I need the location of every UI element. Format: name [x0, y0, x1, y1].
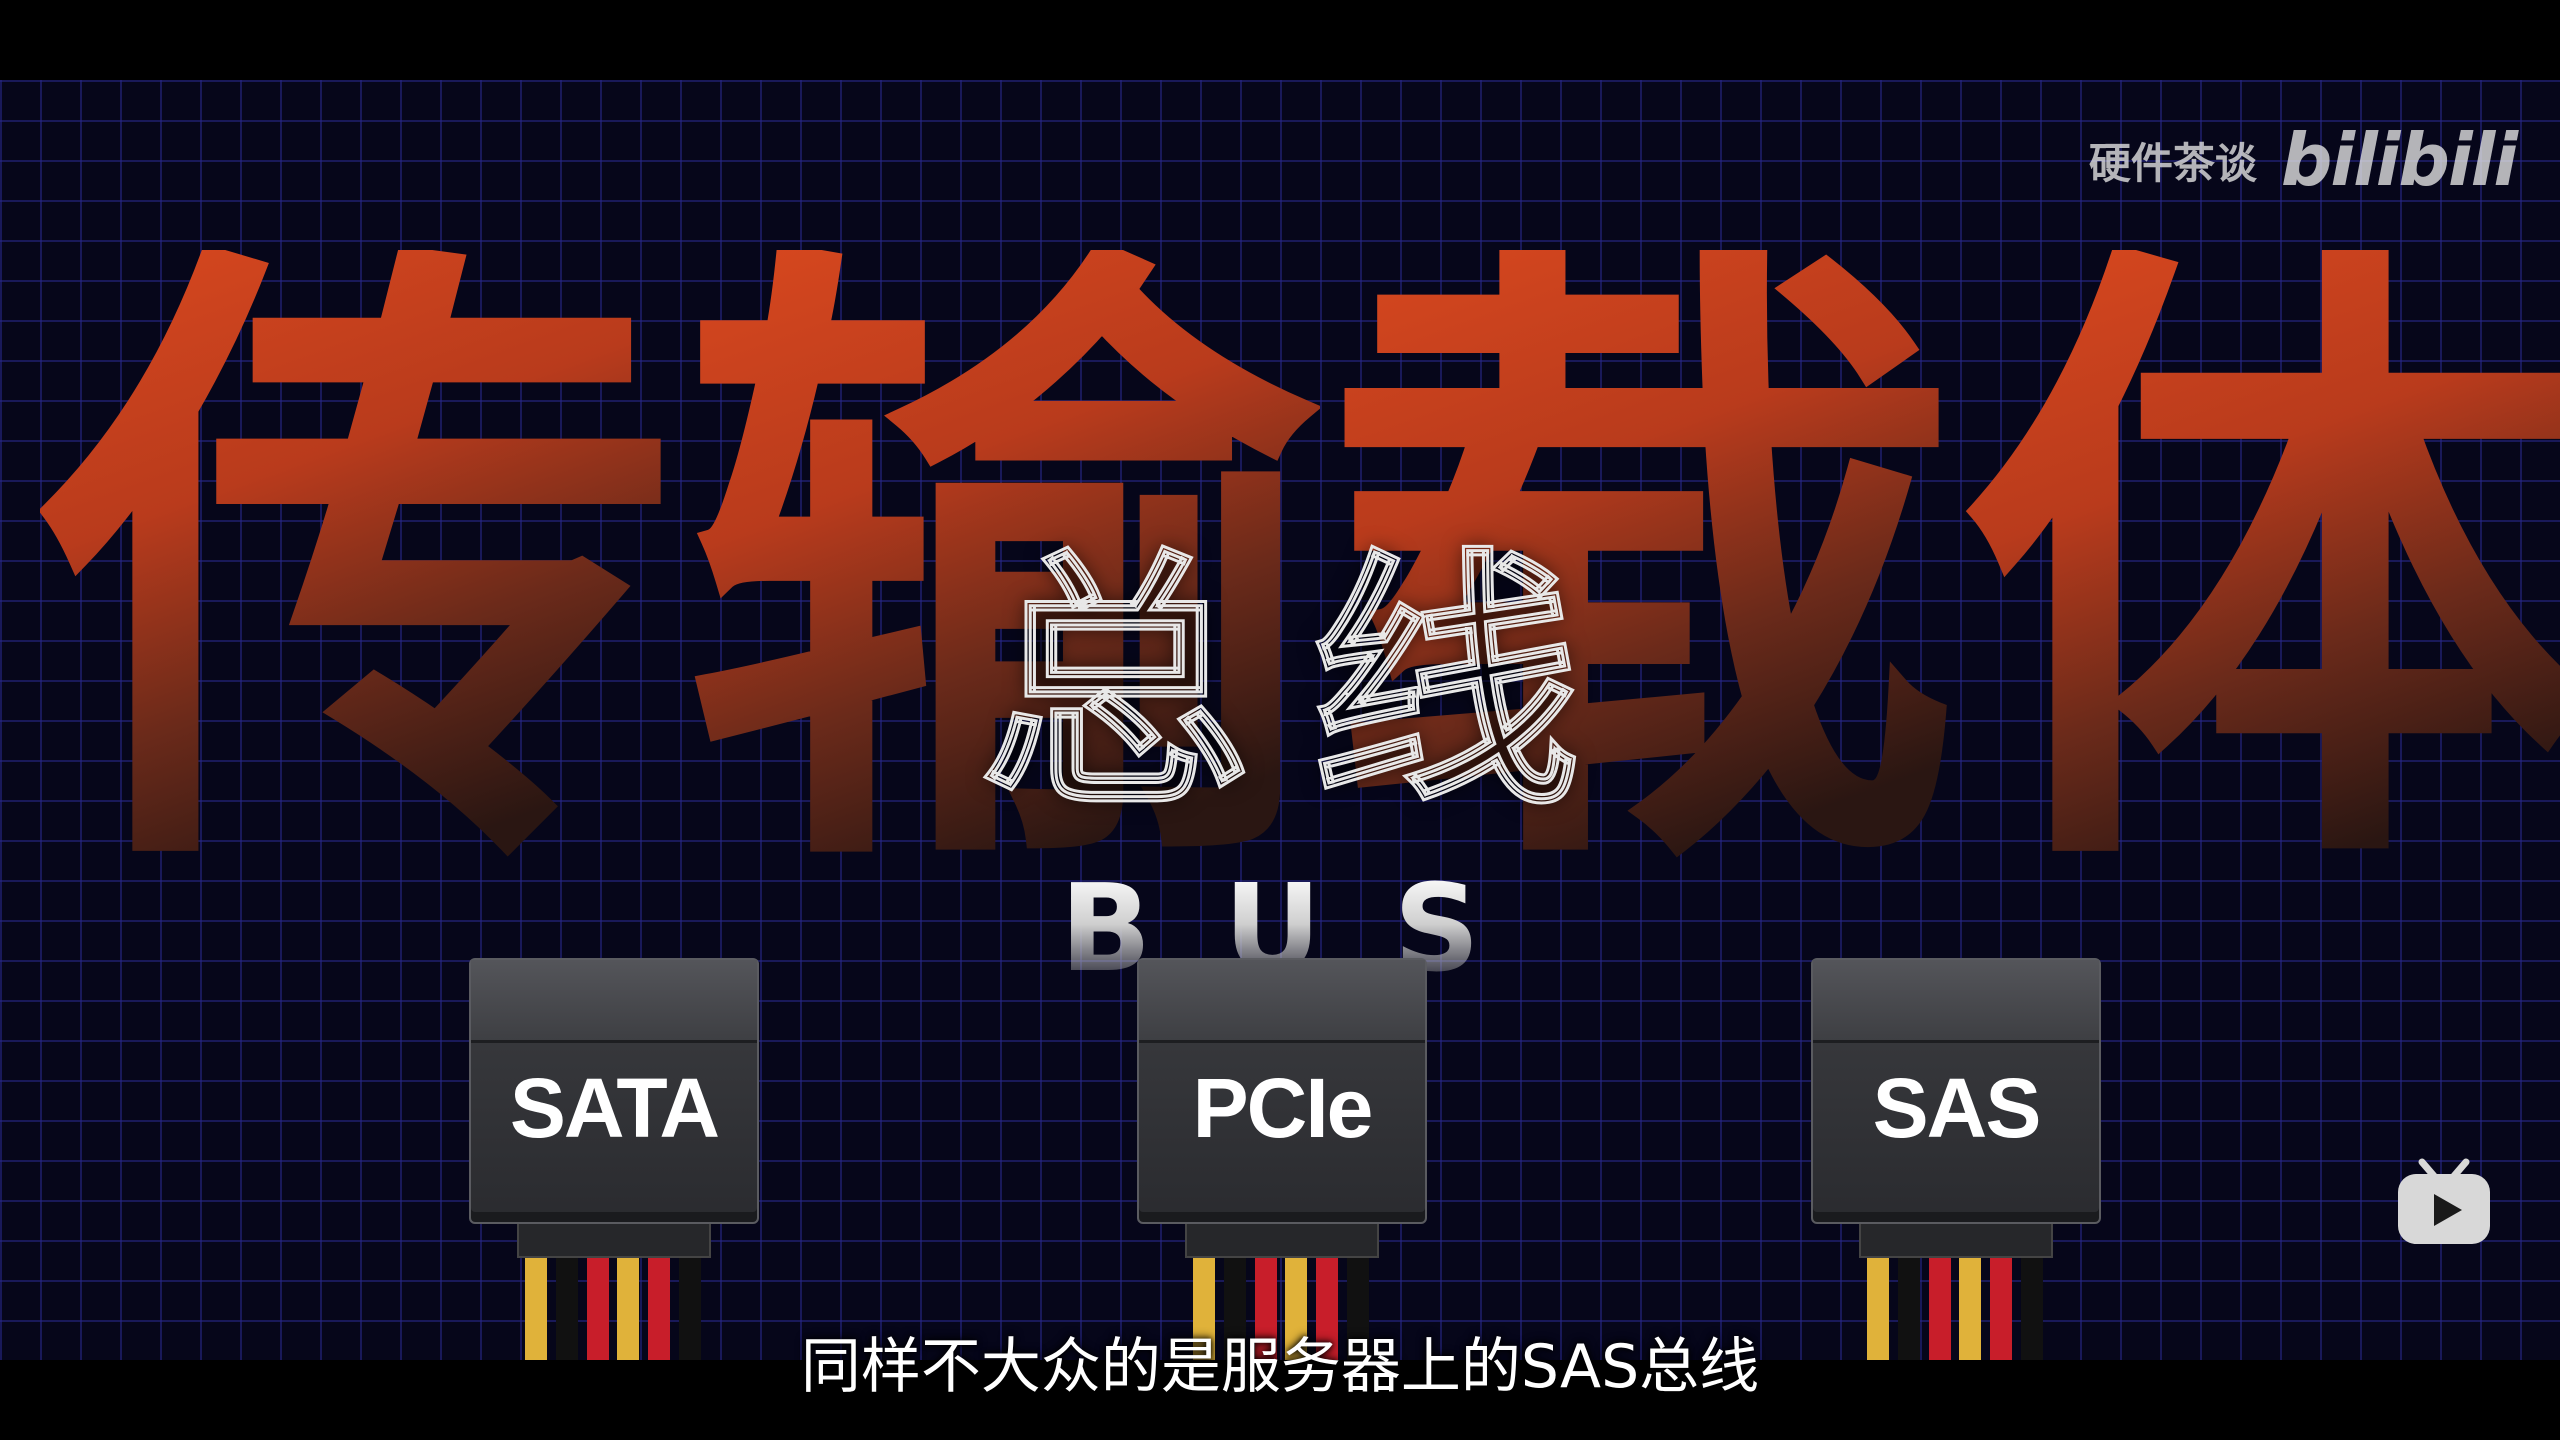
bilibili-tv-icon[interactable]: [2394, 1156, 2494, 1246]
sata-connector: SATA: [469, 958, 759, 1360]
tv-icon-svg: [2398, 1158, 2490, 1244]
connector-label: PCIe: [1192, 1061, 1374, 1155]
channel-name: 硬件茶谈: [2088, 138, 2257, 188]
big-title-char: 体: [1960, 250, 2560, 890]
connector-neck: [1859, 1224, 2053, 1258]
connector-label: SAS: [1872, 1061, 2042, 1155]
connector-label: SATA: [509, 1061, 720, 1155]
connector-lip: [1139, 960, 1425, 1043]
connector-body: SATA: [469, 958, 759, 1224]
connector-neck: [517, 1224, 711, 1258]
connector-body: PCIe: [1137, 958, 1427, 1224]
overlay-char: 线: [1309, 527, 1582, 842]
connector-neck: [1185, 1224, 1379, 1258]
connector-lip: [471, 960, 757, 1043]
overlay-char: 总: [979, 527, 1252, 842]
bilibili-logo: bilibili: [2280, 118, 2518, 202]
overlay-title: 总 线: [979, 527, 1582, 842]
sas-connector: SAS: [1811, 958, 2101, 1360]
connector-lip: [1813, 960, 2099, 1043]
channel-watermark: 硬件茶谈 bilibili: [2088, 118, 2518, 202]
connector-body: SAS: [1811, 958, 2101, 1224]
video-stage: 传 输 载 体 总 线 B U S SATA PCIe SAS: [0, 80, 2560, 1360]
video-frame[interactable]: 传 输 载 体 总 线 B U S SATA PCIe SAS 硬件茶谈 bil…: [0, 0, 2560, 1440]
big-title-char: 传: [40, 197, 680, 942]
video-subtitle: 同样不大众的是服务器上的SAS总线: [800, 1332, 1760, 1402]
pcie-connector: PCIe: [1137, 958, 1427, 1360]
